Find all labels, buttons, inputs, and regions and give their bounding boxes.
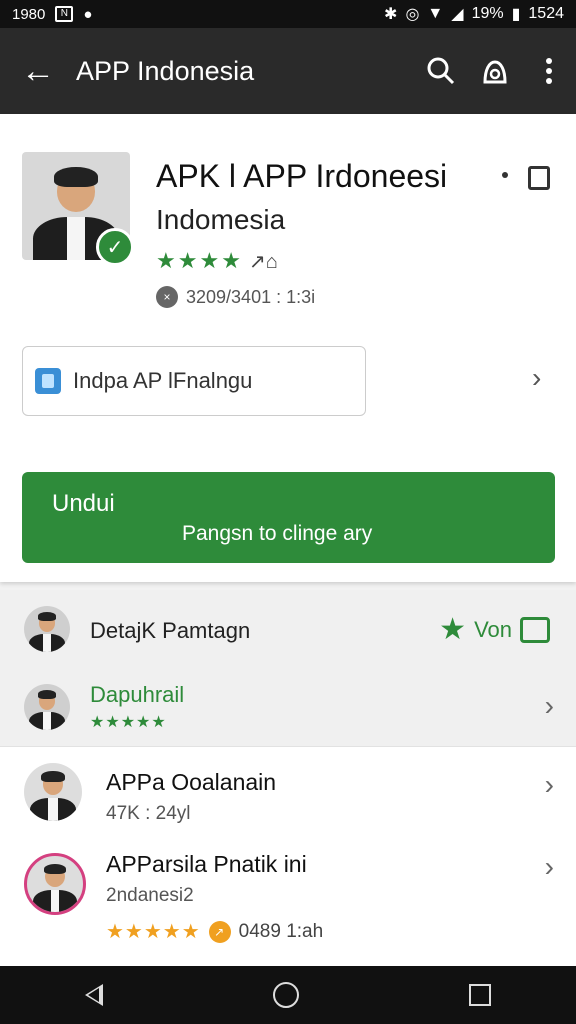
rating-stars: ★★★★★ [90, 714, 167, 731]
list-item-subtitle: 47K : 24yl [106, 803, 191, 824]
app-info-icon [35, 368, 61, 394]
chevron-right-icon[interactable]: › [532, 362, 541, 394]
download-label: Undui [52, 490, 115, 517]
bluetooth-icon: ✱ [384, 6, 398, 23]
star-icon: ★ [156, 248, 176, 273]
list-item[interactable]: APParsila Pnatik ini 2ndanesi2 ★★★★★ ↗ 0… [0, 843, 576, 967]
avatar [24, 606, 70, 652]
wifi-icon: ▼ [427, 5, 444, 22]
notification-icon: N [55, 6, 74, 22]
nav-back-icon[interactable] [85, 984, 103, 1006]
avatar [24, 853, 86, 915]
app-details-card: ✓ APK l APP Irdoneesi Indomesia ★ ★ ★ ★ … [0, 114, 576, 582]
app-bar: ← APP Indonesia [0, 28, 576, 114]
list-item-rating[interactable]: Dapuhrail ★★★★★ › [0, 668, 576, 746]
rating-stars: ★ ★ ★ ★ ↗⌂ [156, 248, 278, 274]
avatar [24, 763, 82, 821]
chevron-right-icon[interactable]: › [545, 690, 554, 722]
nav-home-icon[interactable] [273, 982, 299, 1008]
star-icon: ★ [439, 613, 467, 646]
list-item-title: Dapuhrail [90, 682, 185, 707]
list-item-details[interactable]: DetajK Pamtagn ★ Von [0, 590, 576, 668]
bookmark-icon[interactable] [528, 166, 550, 190]
bag-icon [520, 616, 550, 643]
signal-icon: ◢ [451, 6, 464, 23]
status-left-text: 1980 [12, 5, 46, 23]
star-icon: ★ [199, 248, 220, 273]
vote-button[interactable]: ★ Von [439, 612, 550, 647]
account-icon[interactable] [468, 56, 522, 86]
vote-label: Von [474, 616, 512, 642]
dot-icon [502, 172, 508, 178]
list-item[interactable]: APPa Ooalanain 47K : 24yl › [0, 747, 576, 843]
badge-icon: ↗ [208, 920, 231, 943]
app-title: APK l APP Irdoneesi [156, 158, 448, 194]
list-item-title: APParsila Pnatik ini [106, 851, 307, 877]
app-bar-title: APP Indonesia [76, 55, 255, 86]
system-nav-bar [0, 966, 576, 1024]
list-section: APPa Ooalanain 47K : 24yl › APParsila Pn… [0, 746, 576, 966]
list-section: DetajK Pamtagn ★ Von Dapuhrail ★★★★★ › [0, 590, 576, 746]
chevron-right-icon[interactable]: › [545, 769, 554, 801]
meta-row: × 3209/3401 : 1:3i [156, 286, 315, 308]
list-item-subtitle: 2ndanesi2 [106, 885, 194, 906]
chevron-right-icon[interactable]: › [545, 851, 554, 883]
status-bar: 1980 N ● ✱ ◎ ▼ ◢ 19% ▮ 1524 [0, 0, 576, 28]
star-icon: ★ [177, 248, 198, 273]
more-vert-icon[interactable] [522, 57, 576, 85]
app-subtitle: Indomesia [156, 204, 286, 235]
app-notification-icon: ● [83, 5, 93, 23]
download-button[interactable]: Undui Pangsn to clinge ary [22, 472, 555, 563]
nav-recents-icon[interactable] [469, 984, 491, 1006]
download-sublabel: Pangsn to clinge ary [182, 522, 373, 545]
star-icon: ★ [221, 248, 241, 273]
battery-percent: 19% [471, 5, 504, 22]
back-arrow-icon[interactable]: ← [0, 54, 76, 88]
list-item-title: DetajK Pamtagn [90, 618, 251, 643]
rating-meta: 0489 1:ah [238, 920, 324, 942]
info-box[interactable]: Indpa AP lFnalngu [22, 346, 366, 416]
list-item-title: APPa Ooalanain [106, 769, 277, 795]
clock: 1524 [528, 5, 564, 22]
info-meta-icon: × [156, 286, 178, 308]
verified-check-icon: ✓ [96, 228, 134, 266]
meta-text: 3209/3401 : 1:3i [186, 286, 316, 307]
rating-stars: ★★★★★ [106, 921, 201, 943]
alarm-icon: ◎ [405, 6, 420, 23]
avatar [24, 684, 70, 730]
info-box-label: Indpa AP lFnalngu [73, 368, 253, 393]
rating-row: ★★★★★ ↗ 0489 1:ah [106, 919, 323, 944]
rating-extra: ↗⌂ [248, 250, 278, 273]
battery-icon: ▮ [511, 6, 521, 23]
search-icon[interactable] [414, 56, 468, 86]
